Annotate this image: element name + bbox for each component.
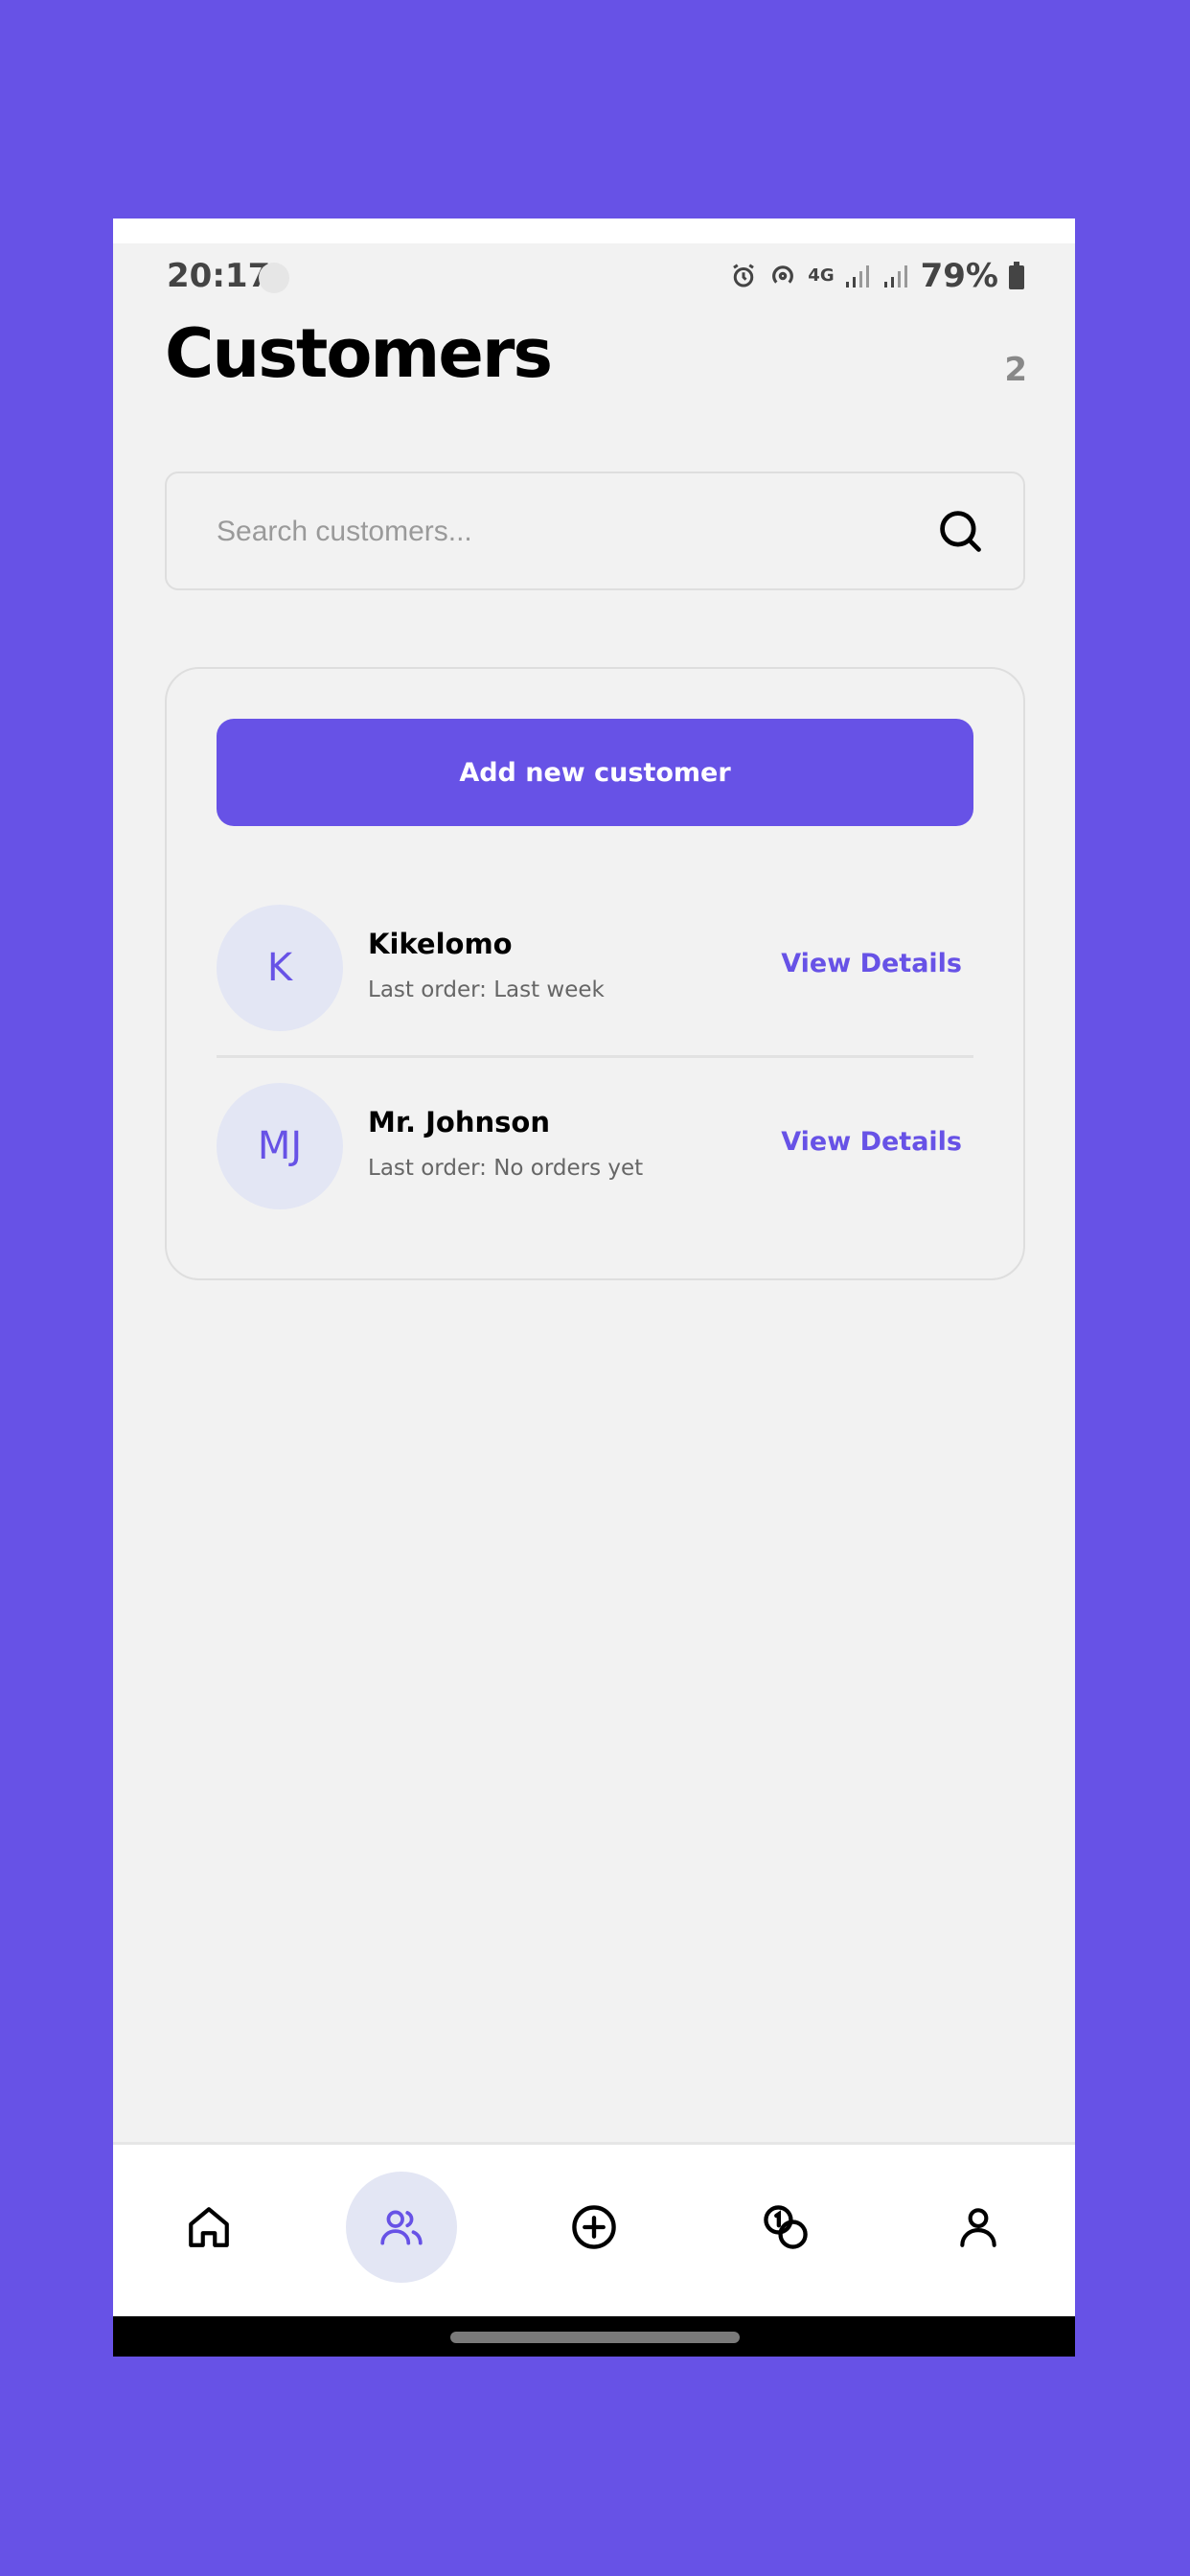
row-divider — [217, 1055, 973, 1058]
alarm-icon — [733, 264, 755, 288]
nav-profile[interactable] — [923, 2172, 1034, 2283]
customer-name: Kikelomo — [368, 928, 513, 960]
customer-name: Mr. Johnson — [368, 1106, 550, 1138]
home-icon — [189, 2207, 229, 2247]
profile-icon — [960, 2208, 996, 2247]
customer-count: 2 — [1004, 351, 1027, 389]
avatar: K — [217, 905, 343, 1031]
plus-circle-icon — [572, 2205, 616, 2249]
customer-row: K Kikelomo Last order: Last week View De… — [217, 905, 973, 1031]
nav-customers[interactable] — [346, 2172, 457, 2283]
gesture-bar — [113, 2316, 1075, 2357]
home-handle[interactable] — [450, 2332, 740, 2343]
nav-coins[interactable] — [730, 2172, 841, 2283]
battery-percent: 79% — [920, 257, 998, 295]
add-customer-button[interactable]: Add new customer — [217, 719, 973, 826]
avatar: MJ — [217, 1083, 343, 1209]
signal-icon — [845, 265, 869, 288]
network-type: 4G — [808, 265, 835, 286]
coins-icon — [764, 2205, 808, 2249]
phone-screen: 20:17 4G 79% Customers 2 Add new custome… — [113, 218, 1075, 2357]
search-box[interactable] — [165, 472, 1025, 590]
users-icon — [380, 2210, 423, 2245]
customer-row: MJ Mr. Johnson Last order: No orders yet… — [217, 1083, 973, 1209]
nav-home[interactable] — [153, 2172, 264, 2283]
status-time: 20:17 — [167, 257, 271, 295]
signal-icon-2 — [883, 265, 907, 288]
view-details-link[interactable]: View Details — [781, 949, 962, 978]
search-icon[interactable] — [935, 506, 985, 556]
battery-icon — [1009, 262, 1024, 289]
page-title: Customers — [165, 314, 553, 393]
search-input[interactable] — [215, 473, 889, 590]
last-order-text: Last order: Last week — [368, 978, 605, 1002]
last-order-text: Last order: No orders yet — [368, 1156, 644, 1181]
status-bar: 20:17 4G 79% — [113, 218, 1075, 295]
view-details-link[interactable]: View Details — [781, 1127, 962, 1157]
bottom-nav — [113, 2142, 1075, 2316]
customer-list-card: Add new customer K Kikelomo Last order: … — [165, 667, 1025, 1280]
notification-dot-icon — [259, 263, 289, 293]
status-icons: 4G 79% — [729, 257, 1025, 295]
hotspot-icon — [772, 265, 794, 284]
nav-add[interactable] — [538, 2172, 650, 2283]
